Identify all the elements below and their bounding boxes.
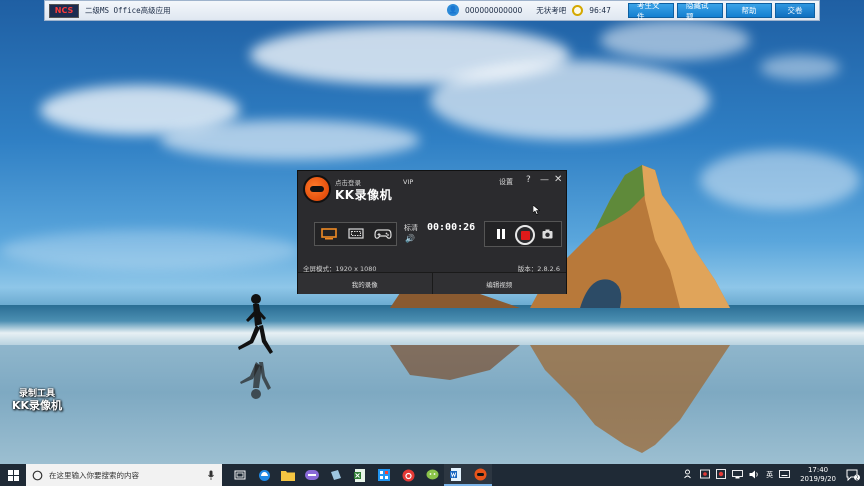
user-icon: 👤 bbox=[447, 4, 459, 16]
network-icon[interactable] bbox=[732, 469, 744, 481]
exam-title: 二级MS Office高级应用 bbox=[85, 6, 171, 15]
kk-settings-button[interactable]: 设置 bbox=[499, 177, 513, 187]
search-icon bbox=[32, 470, 43, 480]
clock-time: 17:40 bbox=[807, 466, 829, 474]
kk-titlebar[interactable]: 点击登录 KK录像机 VIP 设置 ? — ✕ bbox=[298, 171, 566, 207]
input-method-indicator[interactable]: 英 bbox=[766, 470, 773, 480]
rock-reflection bbox=[390, 345, 730, 453]
clock-date: 2019/9/20 bbox=[800, 475, 836, 483]
keyboard-icon[interactable] bbox=[779, 470, 791, 480]
hide-questions-button[interactable]: 隐藏试题 bbox=[677, 1, 723, 21]
pause-icon[interactable] bbox=[497, 229, 505, 239]
system-tray: 英 17:40 2019/9/20 2 bbox=[684, 464, 864, 486]
edge-browser-icon[interactable] bbox=[252, 464, 276, 486]
candidate-files-button[interactable]: 考生文件 bbox=[628, 1, 674, 21]
watermark-line2: KK录像机 bbox=[12, 399, 63, 412]
task-view-icon[interactable] bbox=[228, 464, 252, 486]
exam-remaining-time: 96:47 bbox=[589, 5, 611, 15]
windows-logo-icon bbox=[7, 469, 19, 481]
region-capture-icon bbox=[347, 228, 364, 239]
netease-music-icon[interactable] bbox=[396, 464, 420, 486]
windows-taskbar: 在这里输入你要搜索的内容 英 17:40 2019/9/20 2 bbox=[0, 464, 864, 486]
recording-timer: 00:00:26 bbox=[427, 222, 476, 233]
kk-recorder-window: 点击登录 KK录像机 VIP 设置 ? — ✕ 标清 🔊 00:00:26 全屏… bbox=[297, 170, 567, 294]
chat-app-icon[interactable] bbox=[420, 464, 444, 486]
camera-icon[interactable] bbox=[542, 229, 553, 239]
cloud bbox=[0, 230, 300, 270]
stop-record-button[interactable] bbox=[515, 225, 535, 245]
cloud bbox=[160, 120, 420, 160]
microphone-icon[interactable] bbox=[206, 470, 216, 480]
speaker-icon[interactable] bbox=[749, 470, 760, 481]
help-button[interactable]: 帮助 bbox=[726, 3, 772, 18]
kk-vip-badge[interactable]: VIP bbox=[403, 178, 413, 186]
media-app-icon[interactable] bbox=[300, 464, 324, 486]
runner-silhouette bbox=[238, 294, 273, 354]
notes-app-icon[interactable] bbox=[324, 464, 348, 486]
kk-logo-icon bbox=[303, 175, 331, 203]
start-button[interactable] bbox=[0, 464, 26, 486]
monitor-icon bbox=[320, 228, 337, 240]
action-center-icon[interactable]: 2 bbox=[842, 464, 864, 486]
ncs-logo: NCS bbox=[49, 3, 79, 18]
search-placeholder: 在这里输入你要搜索的内容 bbox=[49, 470, 139, 480]
my-recordings-tab[interactable]: 我的录像 bbox=[298, 273, 432, 294]
region-mode-button[interactable] bbox=[345, 225, 367, 243]
recorder-watermark: 录制工具 KK录像机 bbox=[12, 388, 62, 412]
exam-toolbar: NCS 二级MS Office高级应用 👤 000000000000 无状考吧 … bbox=[44, 0, 820, 21]
excel-file-icon[interactable] bbox=[348, 464, 372, 486]
alarm-clock-icon bbox=[572, 4, 584, 16]
gamepad-icon bbox=[373, 229, 392, 239]
file-explorer-icon[interactable] bbox=[276, 464, 300, 486]
cloud bbox=[600, 20, 750, 60]
kk-bottom-tabs: 我的录像 编辑视频 bbox=[298, 272, 566, 294]
kk-app-name: KK录像机 bbox=[335, 188, 393, 202]
mouse-cursor-icon bbox=[533, 205, 540, 215]
submit-exam-button[interactable]: 交卷 bbox=[775, 3, 815, 18]
word-app-icon[interactable] bbox=[444, 464, 468, 486]
volume-icon[interactable]: 🔊 bbox=[405, 234, 415, 243]
quality-selector[interactable]: 标清 bbox=[404, 223, 418, 233]
exam-account-status: 无状考吧 bbox=[536, 5, 567, 15]
runner-reflection bbox=[240, 362, 271, 399]
tray-app-icon[interactable] bbox=[700, 469, 711, 481]
edit-video-tab[interactable]: 编辑视频 bbox=[431, 273, 566, 294]
fullscreen-mode-button[interactable] bbox=[318, 225, 340, 243]
recording-controls bbox=[484, 221, 562, 247]
tray-recorder-icon[interactable] bbox=[716, 469, 727, 481]
calculator-app-icon[interactable] bbox=[372, 464, 396, 486]
taskbar-clock[interactable]: 17:40 2019/9/20 bbox=[800, 466, 836, 484]
kk-help-button[interactable]: ? bbox=[526, 175, 531, 185]
exam-account: 000000000000 bbox=[465, 5, 523, 15]
people-icon[interactable] bbox=[684, 469, 694, 481]
cloud bbox=[430, 60, 710, 140]
capture-mode-group bbox=[314, 222, 397, 246]
kk-minimize-button[interactable]: — bbox=[540, 175, 549, 185]
kk-close-button[interactable]: ✕ bbox=[554, 174, 562, 185]
taskbar-search-box[interactable]: 在这里输入你要搜索的内容 bbox=[26, 464, 222, 486]
notification-count: 2 bbox=[855, 475, 858, 481]
kk-recorder-taskbar-icon[interactable] bbox=[468, 464, 492, 486]
cloud bbox=[760, 55, 840, 80]
game-mode-button[interactable] bbox=[372, 225, 394, 243]
sea bbox=[0, 305, 864, 345]
